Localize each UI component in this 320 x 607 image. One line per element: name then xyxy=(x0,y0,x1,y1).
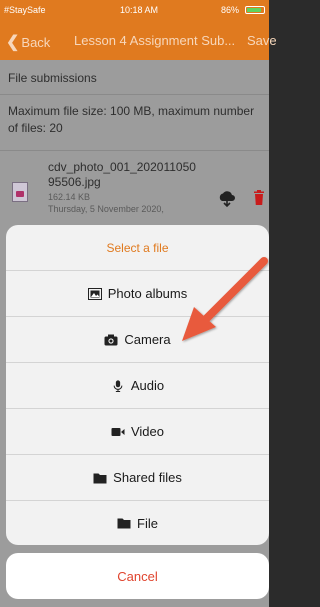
trash-icon[interactable] xyxy=(253,190,265,206)
back-label: Back xyxy=(21,35,51,50)
shared-files-label: Shared files xyxy=(113,470,182,485)
max-size-row: Maximum file size: 100 MB, maximum numbe… xyxy=(0,94,269,151)
file-label: File xyxy=(137,515,158,531)
clock: 10:18 AM xyxy=(120,5,159,15)
save-button[interactable]: Save xyxy=(247,33,277,48)
file-option[interactable]: File xyxy=(6,501,269,545)
video-label: Video xyxy=(130,424,164,439)
folder-icon xyxy=(117,518,131,529)
battery-percent: 86% xyxy=(220,5,239,15)
back-button[interactable]: ❮ Back xyxy=(6,32,50,52)
microphone-icon xyxy=(113,379,123,392)
max-size-text: Maximum file size: 100 MB, maximum numbe… xyxy=(8,104,255,135)
carrier-label: #StaySafe xyxy=(4,5,46,15)
section-label: File submissions xyxy=(8,71,97,85)
cancel-button[interactable]: Cancel xyxy=(6,553,269,599)
image-file-icon xyxy=(12,182,28,202)
video-camera-icon xyxy=(111,427,125,436)
video-option[interactable]: Video xyxy=(6,409,269,455)
audio-label: Audio xyxy=(130,378,165,393)
chevron-left-icon: ❮ xyxy=(6,34,20,51)
page-title: Lesson 4 Assignment Sub... xyxy=(74,33,236,48)
cloud-download-icon[interactable] xyxy=(218,190,236,208)
file-date: Thursday, 5 November 2020, xyxy=(48,204,164,214)
audio-option[interactable]: Audio xyxy=(6,363,269,409)
file-name: cdv_photo_001_202011050 95506.jpg xyxy=(48,160,196,189)
folder-icon xyxy=(93,473,107,483)
status-bar: #StaySafe 10:18 AM 86% xyxy=(0,0,269,20)
annotation-arrow-icon xyxy=(182,257,268,341)
battery-icon xyxy=(245,6,265,14)
shared-files-option[interactable]: Shared files xyxy=(6,455,269,501)
camera-label: Camera xyxy=(124,332,171,347)
file-list-item[interactable]: cdv_photo_001_202011050 95506.jpg 162.14… xyxy=(0,150,269,230)
section-file-submissions: File submissions xyxy=(0,60,269,95)
camera-icon xyxy=(104,334,118,345)
nav-bar: ❮ Back Lesson 4 Assignment Sub... Save xyxy=(0,20,277,60)
photo-albums-icon xyxy=(87,287,102,300)
file-size: 162.14 KB xyxy=(48,192,91,202)
